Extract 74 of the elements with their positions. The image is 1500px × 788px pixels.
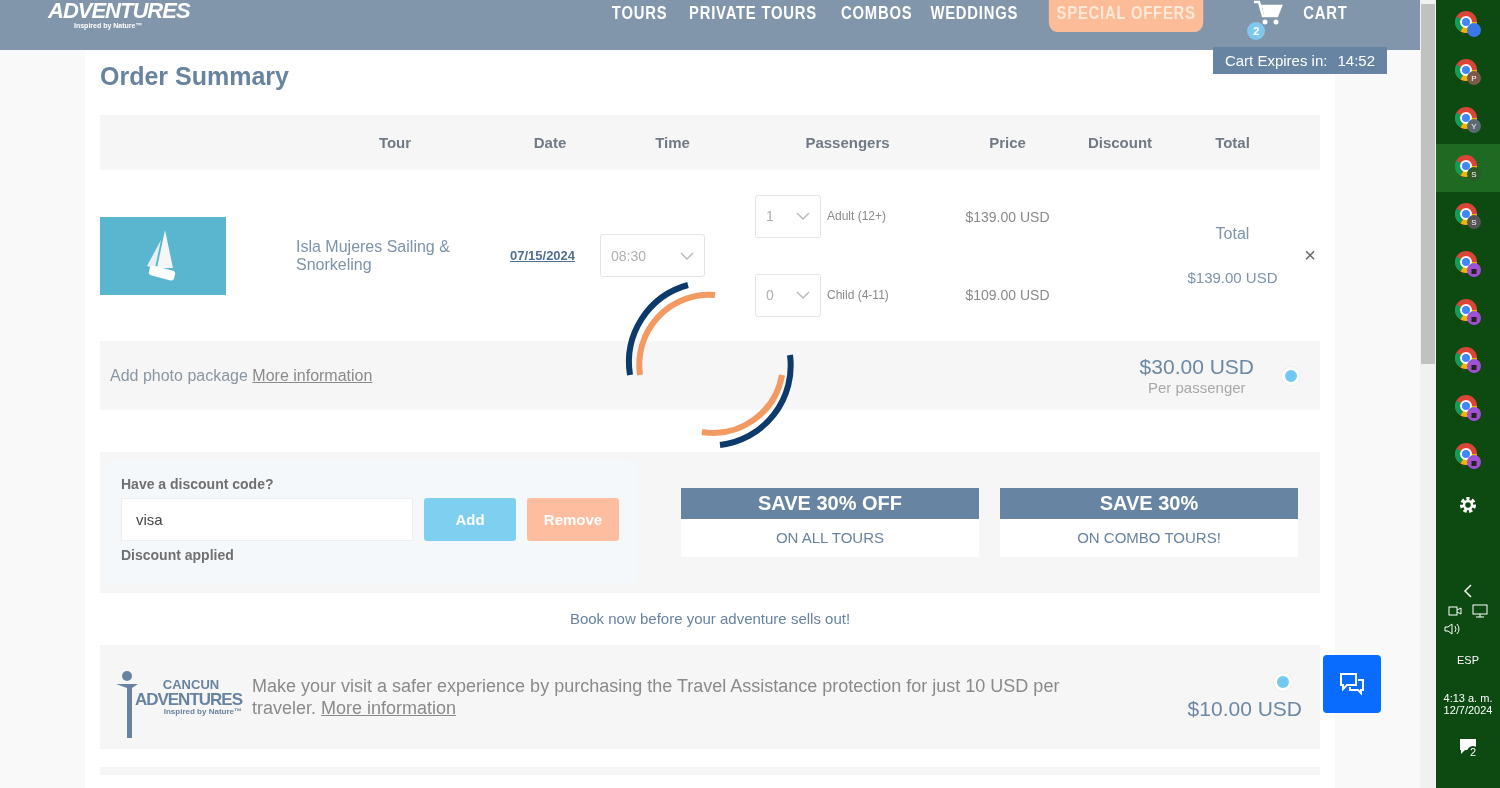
browser-icon [1454, 442, 1482, 470]
column-header: Passengers [804, 134, 891, 151]
camera-icon[interactable] [1448, 604, 1462, 618]
volume-icon[interactable] [1444, 622, 1462, 636]
language-indicator[interactable]: ESP [1457, 654, 1479, 666]
logo-name: ADVENTURES [48, 0, 190, 22]
more-information-link[interactable]: More information [252, 366, 373, 384]
taskbar-app[interactable]: P [1436, 48, 1500, 96]
browser-icon [1454, 10, 1482, 38]
column-header: Time [654, 134, 691, 151]
settings-icon[interactable] [1457, 494, 1479, 516]
browser-icon [1454, 298, 1482, 326]
chevron-down-icon [796, 291, 810, 299]
network-icon[interactable] [1472, 604, 1488, 618]
cart-link[interactable]: CART [1303, 0, 1348, 24]
discount-status: Discount applied [121, 547, 235, 563]
column-header: Price [988, 134, 1027, 151]
passenger-count-select[interactable]: 0 [755, 273, 821, 317]
more-information-link[interactable]: More information [321, 698, 457, 718]
column-header: Date [532, 134, 568, 151]
travel-assistance-price: $10.00 USD [1187, 697, 1302, 721]
column-header: Total [1214, 134, 1251, 151]
promo-card[interactable]: SAVE 30% OFF ON ALL TOURS [681, 488, 979, 557]
discount-label: Have a discount code? [121, 476, 275, 492]
browser-icon [1454, 250, 1482, 278]
nav-link[interactable]: PRIVATE TOURS [688, 0, 817, 24]
passenger-type: Adult (12+) [827, 209, 887, 223]
chevron-down-icon [796, 212, 810, 220]
nav-link[interactable]: COMBOS [840, 0, 913, 24]
travel-assistance-radio[interactable] [1274, 673, 1292, 691]
passenger-price: $139.00 USD [965, 208, 1050, 225]
nav-link[interactable]: WEDDINGS [930, 0, 1019, 24]
passenger-count-select[interactable]: 1 [755, 194, 821, 238]
promo-card[interactable]: SAVE 30% ON COMBO TOURS! [1000, 488, 1298, 557]
taskbar-app[interactable]: Y [1436, 96, 1500, 144]
taskbar-app[interactable]: S [1436, 192, 1500, 240]
browser-icon [1454, 394, 1482, 422]
cart-expiry-timer: Cart Expires in: 14:52 [1212, 47, 1387, 74]
add-button[interactable]: Add [424, 498, 516, 541]
photo-package-text: Add photo package More information [110, 366, 373, 385]
column-header: Tour [377, 134, 413, 151]
tour-name[interactable]: Isla Mujeres Sailing & Snorkeling [280, 237, 510, 274]
promo-subtitle: ON ALL TOURS [774, 528, 886, 548]
discount-code-input[interactable]: visa [121, 498, 413, 541]
browser-icon [1454, 346, 1482, 374]
promo-title: SAVE 30% OFF [681, 488, 979, 519]
chevron-left-icon[interactable] [1462, 584, 1474, 598]
total-amount: $139.00 USD [1187, 269, 1278, 286]
photo-package-price: $30.00 USD [1139, 355, 1254, 379]
cart-icon[interactable] [1253, 0, 1284, 26]
chat-button[interactable] [1323, 655, 1381, 713]
scrollbar[interactable] [1420, 0, 1436, 788]
promo-subtitle: ON COMBO TOURS! [1076, 528, 1222, 548]
price-note: Per passenger [1148, 379, 1246, 396]
clock-time[interactable]: 4:13 a. m. [1443, 692, 1493, 704]
page-title: Order Summary [100, 62, 289, 91]
photo-package-radio[interactable] [1282, 366, 1300, 385]
travel-assistance-text: Make your visit a safer experience by purchasing the Travel Assistance protection for just 10 USD per traveler. More information [252, 675, 1061, 719]
column-header: Discount [1086, 134, 1154, 151]
cart-count-badge: 2 [1247, 22, 1266, 40]
urgency-message: Book now before your adventure sells out! [568, 610, 852, 627]
promo-title: SAVE 30% [1000, 488, 1298, 519]
chat-icon [1339, 672, 1365, 696]
clock-date[interactable]: 12/7/2024 [1443, 704, 1493, 716]
company-logo: CANCUN ADVENTURES Inspired by Nature™ [116, 678, 242, 716]
taskbar-app[interactable]: S [1436, 144, 1500, 192]
remove-tour-button[interactable]: × [1300, 244, 1320, 267]
tour-date-link[interactable]: 07/15/2024 [510, 248, 590, 263]
passenger-price: $109.00 USD [965, 286, 1050, 303]
nav-link[interactable]: TOURS [611, 0, 668, 24]
time-select[interactable]: 08:30 [600, 234, 705, 277]
total-label: Total [1215, 225, 1250, 243]
passenger-type: Child (4-11) [827, 288, 889, 302]
chevron-down-icon [680, 251, 694, 260]
